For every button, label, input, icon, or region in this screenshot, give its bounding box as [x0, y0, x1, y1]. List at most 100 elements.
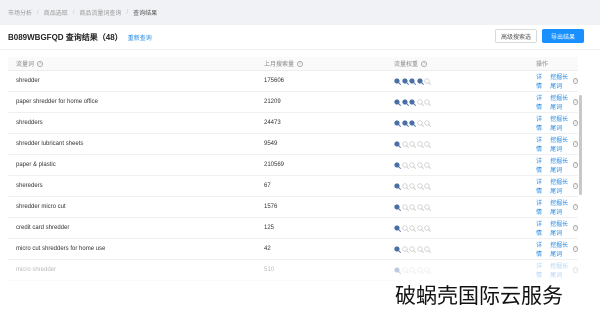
mine-longtail-link[interactable]: 挖掘长尾词: [550, 93, 570, 111]
help-icon[interactable]: ?: [297, 60, 304, 67]
mine-longtail-link[interactable]: 挖掘长尾词: [550, 198, 570, 216]
help-icon[interactable]: ?: [573, 267, 578, 273]
traffic-weight-cell: [394, 77, 514, 85]
help-icon[interactable]: ?: [573, 225, 578, 231]
search-volume-cell: 42: [264, 246, 271, 252]
actions-cell: 详情 挖掘长尾词?: [514, 219, 578, 237]
table-row: shredder lubricant sheets 9549 详情 挖掘长尾词?: [8, 134, 578, 155]
weight-empty-icon: [424, 245, 431, 253]
detail-link[interactable]: 详情: [536, 156, 544, 174]
weight-empty-icon: [409, 266, 416, 274]
weight-empty-icon: [409, 245, 416, 253]
detail-link[interactable]: 详情: [536, 93, 544, 111]
weight-empty-icon: [409, 203, 416, 211]
column-header-actions: 操作: [514, 59, 578, 68]
traffic-weight-cell: [394, 161, 514, 169]
mine-longtail-link[interactable]: 挖掘长尾词: [550, 72, 570, 90]
mine-longtail-link[interactable]: 挖掘长尾词: [550, 240, 570, 258]
traffic-weight-cell: [394, 266, 514, 274]
export-button[interactable]: 导出结果: [542, 29, 584, 43]
weight-empty-icon: [416, 203, 424, 211]
detail-link[interactable]: 详情: [536, 219, 544, 237]
actions-cell: 详情 挖掘长尾词?: [514, 177, 578, 195]
help-icon[interactable]: ?: [573, 246, 578, 252]
keyword-table: 流量词 ? 上月搜索量 ? 流量权重 ? 操作 shredder 175606 详情…: [8, 57, 578, 281]
mine-longtail-link[interactable]: 挖掘长尾词: [550, 219, 570, 237]
help-icon[interactable]: ?: [573, 120, 578, 126]
weight-empty-icon: [424, 224, 431, 232]
table-row: shredder micro cut 1576 详情 挖掘长尾词?: [8, 197, 578, 218]
traffic-weight-cell: [394, 203, 514, 211]
table-body: shredder 175606 详情 挖掘长尾词? paper shredder for…: [8, 71, 578, 281]
help-icon[interactable]: ?: [573, 78, 578, 84]
detail-link[interactable]: 详情: [536, 240, 544, 258]
search-volume-cell: 1576: [264, 204, 278, 210]
weight-empty-icon: [401, 245, 409, 253]
column-header-keyword-label: 流量词: [16, 62, 35, 68]
results-card: B089WBGFQD 查询结果（48） 重新查询 高级搜索选 导出结果 流量词 …: [0, 25, 600, 311]
table-row: credit card shredder 125 详情 挖掘长尾词?: [8, 218, 578, 239]
weight-filled-icon: [401, 119, 409, 127]
actions-cell: 详情 挖掘长尾词?: [514, 114, 578, 132]
breadcrumb-item-2[interactable]: 商品选取: [44, 8, 68, 17]
help-icon[interactable]: ?: [573, 183, 578, 189]
weight-filled-icon: [409, 77, 416, 85]
detail-link[interactable]: 详情: [536, 261, 544, 279]
weight-empty-icon: [401, 161, 409, 169]
detail-link[interactable]: 详情: [536, 177, 544, 195]
weight-empty-icon: [409, 161, 416, 169]
detail-link[interactable]: 详情: [536, 114, 544, 132]
table-row: shredders 24473 详情 挖掘长尾词?: [8, 113, 578, 134]
breadcrumb: 市场分析 / 商品选取 / 商品流量词查询 / 查询结果: [8, 8, 157, 18]
mine-longtail-link[interactable]: 挖掘长尾词: [550, 135, 570, 153]
breadcrumb-separator: /: [37, 9, 39, 16]
help-icon[interactable]: ?: [573, 99, 578, 105]
traffic-weight-cell: [394, 119, 514, 127]
weight-filled-icon: [394, 119, 401, 127]
help-icon[interactable]: ?: [421, 60, 428, 67]
weight-empty-icon: [424, 98, 431, 106]
watermark-text: 破蜗壳国际云服务: [395, 280, 600, 308]
keyword-cell: micro shredder: [16, 267, 57, 273]
keyword-cell: micro cut shredders for home use: [16, 246, 106, 252]
actions-cell: 详情 挖掘长尾词?: [514, 93, 578, 111]
weight-filled-icon: [394, 77, 401, 85]
traffic-weight-cell: [394, 98, 514, 106]
weight-filled-icon: [394, 245, 401, 253]
weight-filled-icon: [394, 98, 401, 106]
mine-longtail-link[interactable]: 挖掘长尾词: [550, 261, 570, 279]
scrollbar[interactable]: [579, 95, 582, 195]
weight-empty-icon: [401, 140, 409, 148]
weight-empty-icon: [424, 161, 431, 169]
table-row: paper & plastic 210569 详情 挖掘长尾词?: [8, 155, 578, 176]
column-header-keyword: 流量词 ?: [8, 59, 264, 68]
keyword-cell: shredders: [16, 120, 43, 126]
weight-empty-icon: [424, 77, 431, 85]
help-icon[interactable]: ?: [37, 60, 44, 67]
help-icon[interactable]: ?: [573, 204, 578, 210]
search-volume-cell: 9549: [264, 141, 278, 147]
search-volume-cell: 510: [264, 267, 275, 273]
mine-longtail-link[interactable]: 挖掘长尾词: [550, 177, 570, 195]
keyword-cell: credit card shredder: [16, 225, 70, 231]
detail-link[interactable]: 详情: [536, 72, 544, 90]
search-volume-cell: 175606: [264, 78, 285, 84]
requery-link[interactable]: 重新查询: [128, 33, 152, 42]
breadcrumb-item-3[interactable]: 商品流量词查询: [79, 8, 121, 17]
help-icon[interactable]: ?: [573, 141, 578, 147]
weight-empty-icon: [409, 140, 416, 148]
mine-longtail-link[interactable]: 挖掘长尾词: [550, 156, 570, 174]
breadcrumb-item-1[interactable]: 市场分析: [8, 8, 32, 17]
help-icon[interactable]: ?: [573, 162, 578, 168]
detail-link[interactable]: 详情: [536, 198, 544, 216]
weight-empty-icon: [416, 245, 424, 253]
mine-longtail-link[interactable]: 挖掘长尾词: [550, 114, 570, 132]
advanced-search-button[interactable]: 高级搜索选: [495, 29, 537, 43]
search-volume-cell: 21209: [264, 99, 281, 105]
weight-filled-icon: [394, 140, 401, 148]
weight-empty-icon: [416, 266, 424, 274]
weight-filled-icon: [416, 77, 424, 85]
detail-link[interactable]: 详情: [536, 135, 544, 153]
weight-filled-icon: [394, 203, 401, 211]
weight-empty-icon: [401, 203, 409, 211]
